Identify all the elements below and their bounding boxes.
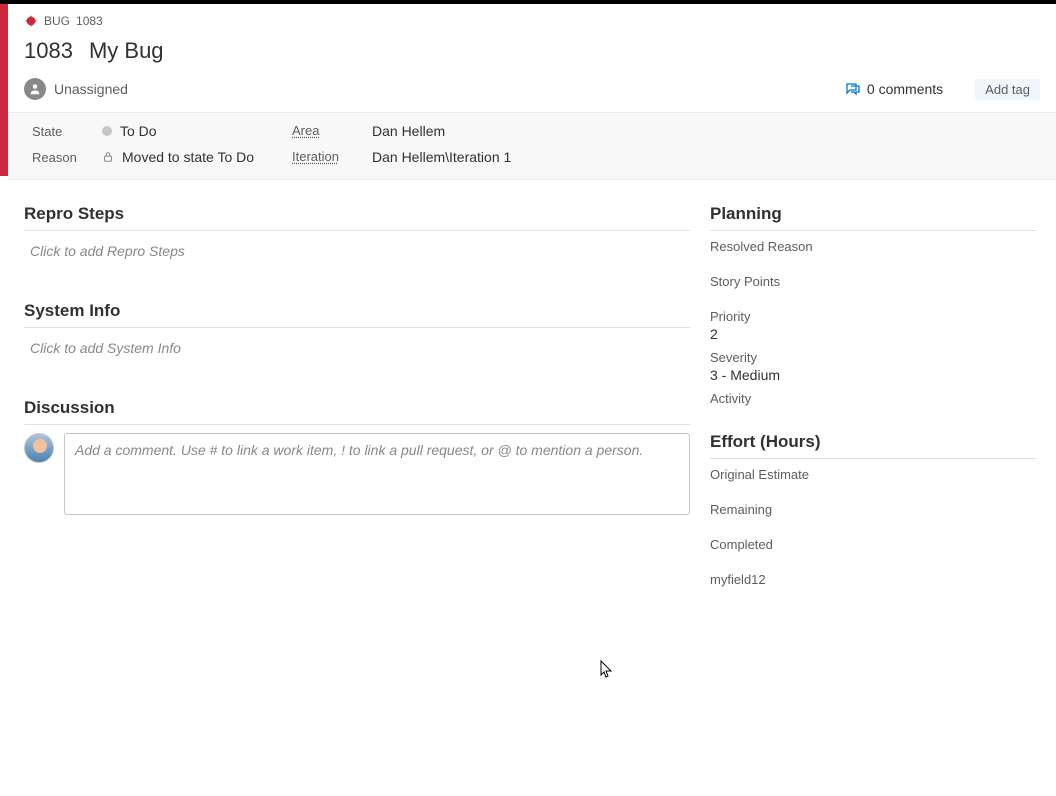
repro-steps-input[interactable]: Click to add Repro Steps [24,239,690,277]
work-item-title[interactable]: My Bug [89,38,164,64]
person-icon [24,78,46,100]
state-dot-icon [102,126,112,136]
lock-icon [102,151,114,163]
reason-field[interactable]: Moved to state To Do [102,149,292,165]
avatar [24,433,54,463]
remaining-label: Remaining [710,502,1036,517]
assignee-value: Unassigned [54,81,128,97]
fields-band: State To Do Area Dan Hellem Reason Moved… [8,112,1056,180]
effort-heading: Effort (Hours) [710,426,1036,459]
comments-label: 0 comments [867,81,943,97]
priority-label: Priority [710,309,1036,324]
priority-field[interactable]: 2 [710,326,1036,342]
area-label: Area [292,123,372,139]
breadcrumb-id: 1083 [76,14,103,28]
iteration-field[interactable]: Dan Hellem\Iteration 1 [372,149,1032,165]
area-field[interactable]: Dan Hellem [372,123,1032,139]
assignee-field[interactable]: Unassigned [24,78,128,100]
state-label: State [32,124,102,139]
original-estimate-label: Original Estimate [710,467,1036,482]
activity-label: Activity [710,391,1036,406]
reason-value: Moved to state To Do [122,149,254,165]
reason-label: Reason [32,150,102,165]
cursor-icon [600,660,614,681]
resolved-reason-label: Resolved Reason [710,239,1036,254]
story-points-label: Story Points [710,274,1036,289]
breadcrumb-type: BUG [44,14,70,28]
completed-label: Completed [710,537,1036,552]
state-value: To Do [120,123,157,139]
work-item-header: BUG 1083 1083 My Bug Unassigned 0 commen… [8,4,1056,112]
work-item-id: 1083 [24,38,73,64]
comment-input[interactable]: Add a comment. Use # to link a work item… [64,433,690,515]
bug-icon [24,14,38,28]
repro-steps-heading: Repro Steps [24,198,690,231]
severity-label: Severity [710,350,1036,365]
iteration-value: Dan Hellem\Iteration 1 [372,149,511,165]
area-value: Dan Hellem [372,123,445,139]
system-info-input[interactable]: Click to add System Info [24,336,690,374]
work-item-type-stripe [0,4,8,176]
system-info-heading: System Info [24,295,690,328]
planning-heading: Planning [710,198,1036,231]
add-tag-button[interactable]: Add tag [975,79,1040,100]
iteration-label: Iteration [292,149,372,165]
state-field[interactable]: To Do [102,123,292,139]
discussion-icon [845,81,861,97]
discussion-heading: Discussion [24,392,690,425]
comments-link[interactable]: 0 comments [845,81,943,97]
breadcrumb[interactable]: BUG 1083 [24,14,1040,28]
severity-field[interactable]: 3 - Medium [710,367,1036,383]
custom-field-label: myfield12 [710,572,1036,587]
